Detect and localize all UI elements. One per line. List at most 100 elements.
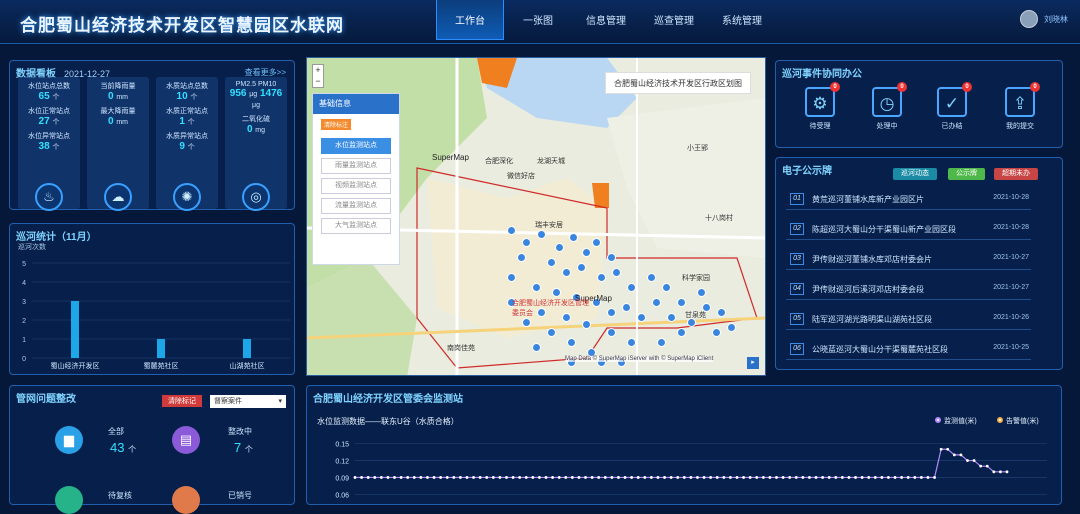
station-marker[interactable] bbox=[697, 288, 706, 297]
nav-map[interactable]: 一张图 bbox=[504, 0, 572, 40]
monitor-point bbox=[577, 476, 581, 479]
layer-air[interactable]: 大气监测站点 bbox=[321, 218, 391, 234]
event-done[interactable]: ✓ 0 已办结 bbox=[928, 82, 976, 131]
station-marker[interactable] bbox=[562, 268, 571, 277]
monitor-point bbox=[801, 476, 805, 479]
notice-row[interactable]: 03 尹传财巡河董铺水库邓店村委会片 2021-10-27 bbox=[786, 248, 1031, 270]
monitor-point bbox=[373, 476, 377, 479]
water-level-card: 水位站点总数 65 个水位正常站点 27 个水位异常站点 38 个 ♨ bbox=[18, 77, 80, 211]
station-marker[interactable] bbox=[592, 238, 601, 247]
station-marker[interactable] bbox=[597, 273, 606, 282]
monitor-point bbox=[617, 476, 620, 479]
monitor-point bbox=[478, 476, 482, 479]
map-label: 十八岗村 bbox=[705, 215, 733, 222]
map-label: 小王郢 bbox=[687, 145, 708, 152]
station-marker[interactable] bbox=[677, 328, 686, 337]
station-marker[interactable] bbox=[652, 298, 661, 307]
notice-row[interactable]: 01 黄荒巡河董铺水库新产业园区片 2021-10-28 bbox=[786, 188, 1031, 210]
station-marker[interactable] bbox=[547, 328, 556, 337]
station-marker[interactable] bbox=[582, 248, 591, 257]
station-marker[interactable] bbox=[627, 283, 636, 292]
tab-dynamics[interactable]: 巡河动态 bbox=[893, 168, 937, 180]
event-my-submit[interactable]: ⇪ 0 我的提交 bbox=[996, 82, 1044, 131]
monitor-point bbox=[834, 476, 838, 479]
stat-value: 0 mg bbox=[246, 124, 266, 135]
row-text: 尹传财巡河董铺水库邓店村委会片 bbox=[812, 255, 932, 264]
y-tick-label: 0.09 bbox=[335, 475, 349, 482]
stat-label: 水位站点总数 bbox=[28, 83, 70, 90]
station-marker[interactable] bbox=[547, 258, 556, 267]
tab-board[interactable]: 公示牌 bbox=[948, 168, 985, 180]
station-marker[interactable] bbox=[552, 288, 561, 297]
station-marker[interactable] bbox=[612, 268, 621, 277]
monitor-point bbox=[755, 476, 759, 479]
station-marker[interactable] bbox=[569, 233, 578, 242]
check-icon: ✓ 0 bbox=[937, 82, 972, 117]
nav-workbench[interactable]: 工作台 bbox=[436, 0, 504, 40]
station-marker[interactable] bbox=[662, 283, 671, 292]
y-tick-label: 2 bbox=[22, 318, 26, 325]
station-marker[interactable] bbox=[657, 338, 666, 347]
station-marker[interactable] bbox=[667, 313, 676, 322]
station-marker[interactable] bbox=[717, 308, 726, 317]
nav-patrol[interactable]: 巡查管理 bbox=[640, 0, 708, 40]
clear-marks-tag[interactable]: 清除标注 bbox=[321, 119, 352, 130]
station-marker[interactable] bbox=[507, 273, 516, 282]
station-marker[interactable] bbox=[532, 343, 541, 352]
row-date: 2021-10-26 bbox=[993, 314, 1029, 321]
expand-icon[interactable]: ▸ bbox=[747, 357, 759, 369]
station-marker[interactable] bbox=[507, 226, 516, 235]
tab-overdue[interactable]: 超期未办 bbox=[994, 168, 1038, 180]
station-marker[interactable] bbox=[607, 253, 616, 262]
case-select[interactable]: 督察案件 ▾ bbox=[210, 395, 286, 408]
map-label: 甘泉苑 bbox=[685, 312, 706, 319]
station-marker[interactable] bbox=[532, 283, 541, 292]
event-pending[interactable]: ⚙ 0 待受理 bbox=[796, 82, 844, 131]
monitor-point bbox=[860, 476, 864, 479]
map-credit: Map Data © SuperMap iServer with © Super… bbox=[565, 356, 714, 362]
user-menu[interactable]: 刘晓林 bbox=[1020, 10, 1068, 28]
stat-label: 最大降雨量 bbox=[100, 108, 136, 115]
station-marker[interactable] bbox=[622, 303, 631, 312]
map-title: 合肥蜀山经济技术开发区行政区划图 bbox=[605, 72, 751, 94]
layer-flow[interactable]: 流量监测站点 bbox=[321, 198, 391, 214]
station-marker[interactable] bbox=[537, 230, 546, 239]
layer-rain[interactable]: 雨量监测站点 bbox=[321, 158, 391, 174]
nav-system[interactable]: 系统管理 bbox=[708, 0, 776, 40]
station-marker[interactable] bbox=[517, 253, 526, 262]
station-marker[interactable] bbox=[582, 320, 591, 329]
zoom-control[interactable]: + − bbox=[312, 64, 324, 88]
station-marker[interactable] bbox=[712, 328, 721, 337]
event-processing[interactable]: ◷ 0 处理中 bbox=[863, 82, 911, 131]
clear-marks-button[interactable]: 清除标记 bbox=[162, 395, 202, 407]
station-marker[interactable] bbox=[607, 308, 616, 317]
y-tick-label: 1 bbox=[22, 337, 26, 344]
station-marker[interactable] bbox=[627, 338, 636, 347]
monitor-point bbox=[966, 459, 969, 462]
notice-row[interactable]: 06 公晓蓝巡河大蜀山分干渠蜀麓苑社区段 2021-10-25 bbox=[786, 338, 1031, 360]
monitor-point bbox=[854, 476, 857, 479]
nav-info[interactable]: 信息管理 bbox=[572, 0, 640, 40]
notice-row[interactable]: 04 尹传财巡河后溪河邓店村委会段 2021-10-27 bbox=[786, 278, 1031, 300]
station-marker[interactable] bbox=[522, 238, 531, 247]
station-marker[interactable] bbox=[637, 313, 646, 322]
station-marker[interactable] bbox=[677, 298, 686, 307]
station-marker[interactable] bbox=[727, 323, 736, 332]
map-view[interactable]: + − 合肥蜀山经济技术开发区行政区划图 基础信息 清除标注 水位监测站点 雨量监… bbox=[306, 57, 766, 376]
station-marker[interactable] bbox=[555, 243, 564, 252]
station-marker[interactable] bbox=[647, 273, 656, 282]
station-marker[interactable] bbox=[577, 263, 586, 272]
stat-value: 9 个 bbox=[179, 141, 195, 152]
notice-row[interactable]: 05 陆军巡河湖光路明渠山湖苑社区段 2021-10-26 bbox=[786, 308, 1031, 330]
stat-value: 1 个 bbox=[179, 116, 195, 127]
monitor-point bbox=[630, 476, 634, 479]
station-marker[interactable] bbox=[567, 338, 576, 347]
layer-water-level[interactable]: 水位监测站点 bbox=[321, 138, 391, 154]
layer-video[interactable]: 视频监测站点 bbox=[321, 178, 391, 194]
station-marker[interactable] bbox=[607, 328, 616, 337]
x-tick-label: 蜀麓苑社区 bbox=[144, 361, 179, 370]
monitor-point bbox=[465, 476, 469, 479]
station-marker[interactable] bbox=[522, 318, 531, 327]
monitor-point bbox=[775, 476, 778, 479]
notice-row[interactable]: 02 陈超巡河大蜀山分干渠蜀山新产业园区段 2021-10-28 bbox=[786, 218, 1031, 240]
